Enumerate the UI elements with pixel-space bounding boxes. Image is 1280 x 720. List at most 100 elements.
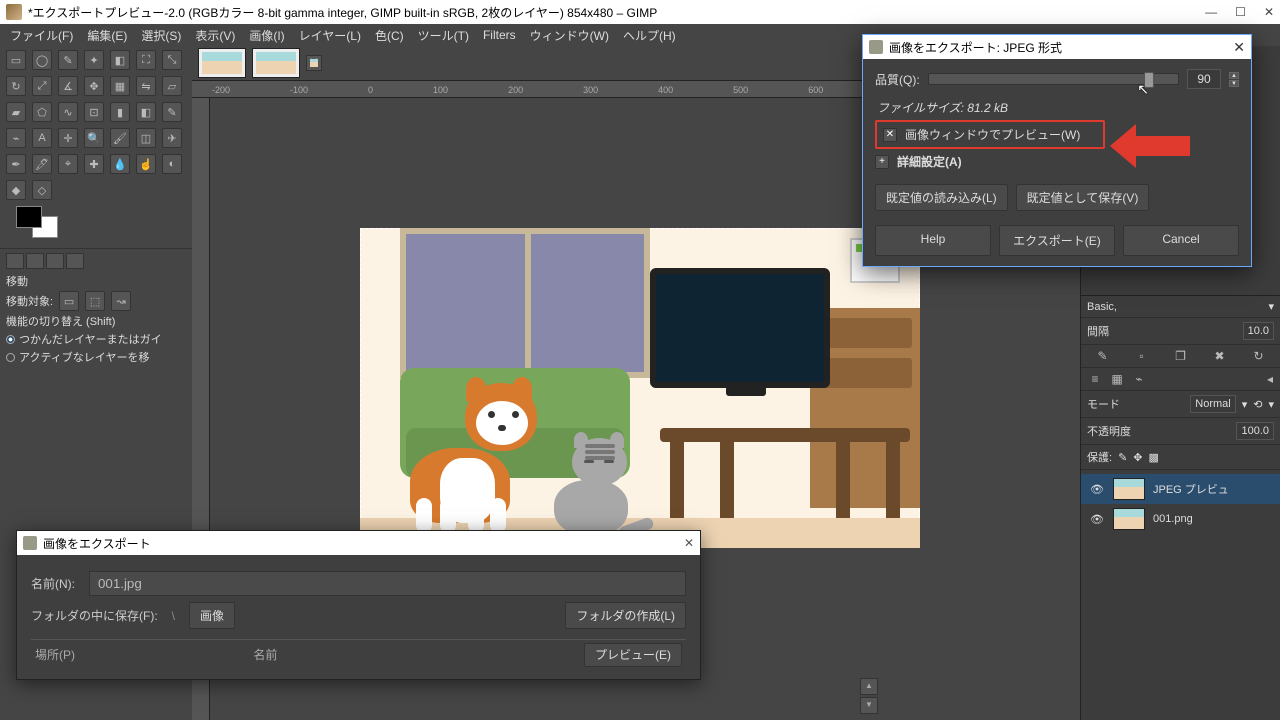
brush-dup-icon[interactable]: ❐ — [1173, 349, 1189, 363]
fg-color[interactable] — [16, 206, 42, 228]
spin-down-icon[interactable]: ▼ — [1229, 80, 1239, 87]
tool-gradient[interactable]: ◧ — [136, 102, 156, 122]
tool-rotate[interactable]: ↻ — [6, 76, 26, 96]
layer-row-001[interactable]: 👁 001.png — [1081, 504, 1280, 534]
tool-ink[interactable]: ✒ — [6, 154, 26, 174]
filename-input[interactable] — [89, 571, 686, 596]
create-folder-button[interactable]: フォルダの作成(L) — [565, 602, 686, 629]
target-path-icon[interactable]: ↝ — [111, 291, 131, 311]
preview-in-window-checkbox[interactable]: ✕ 画像ウィンドウでプレビュー(W) — [875, 120, 1105, 149]
lock-alpha-icon[interactable]: ▩ — [1149, 451, 1159, 464]
scroll-up-icon[interactable]: ▲ — [860, 678, 878, 695]
opt-tab-1[interactable] — [6, 253, 24, 269]
menu-colors[interactable]: 色(C) — [369, 25, 410, 46]
tool-heal[interactable]: ✚ — [84, 154, 104, 174]
tool-handle[interactable]: ⊡ — [84, 102, 104, 122]
menu-layer[interactable]: レイヤー(L) — [293, 25, 367, 46]
menu-window[interactable]: ウィンドウ(W) — [524, 25, 615, 46]
mode-value[interactable]: Normal — [1190, 395, 1235, 413]
brush-refresh-icon[interactable]: ↻ — [1251, 349, 1267, 363]
tool-fuzzy-select[interactable]: ✦ — [84, 50, 104, 70]
color-swatch[interactable] — [16, 206, 58, 238]
cancel-button[interactable]: Cancel — [1123, 225, 1239, 256]
export-button[interactable]: エクスポート(E) — [999, 225, 1115, 256]
tool-eraser[interactable]: ◫ — [136, 128, 156, 148]
menu-edit[interactable]: 編集(E) — [81, 25, 133, 46]
brush-new-icon[interactable]: ▫ — [1134, 349, 1150, 363]
tool-rect-select[interactable]: ▭ — [6, 50, 26, 70]
tool-crop[interactable]: ⛶ — [136, 50, 156, 70]
tool-shear[interactable]: ▰ — [6, 102, 26, 122]
tool-cage[interactable]: ⬠ — [32, 102, 52, 122]
tool-by-color-select[interactable]: ◧ — [110, 50, 130, 70]
tool-pencil[interactable]: ✎ — [162, 102, 182, 122]
minimize-button[interactable]: — — [1205, 5, 1217, 19]
tool-mypaint[interactable]: 🖊 — [32, 154, 52, 174]
opacity-value[interactable]: 100.0 — [1236, 422, 1274, 440]
image-tab-1[interactable] — [198, 48, 246, 78]
save-defaults-button[interactable]: 既定値として保存(V) — [1016, 184, 1150, 211]
folder-button[interactable]: 画像 — [189, 602, 235, 629]
mode-reset-icon[interactable]: ⟲ — [1253, 398, 1262, 411]
close-button[interactable]: ✕ — [1264, 5, 1274, 19]
menu-image[interactable]: 画像(I) — [243, 25, 290, 46]
tool-flip[interactable]: ⇋ — [136, 76, 156, 96]
visibility-toggle-icon[interactable]: 👁 — [1089, 483, 1105, 496]
tool-clone[interactable]: ⌖ — [58, 154, 78, 174]
tool-paintbrush[interactable]: 🖌 — [110, 128, 130, 148]
tool-free-select[interactable]: ✎ — [58, 50, 78, 70]
lock-pixels-icon[interactable]: ✎ — [1118, 451, 1127, 464]
menu-help[interactable]: ヘルプ(H) — [617, 25, 682, 46]
channels-tab-icon[interactable]: ▦ — [1109, 372, 1125, 386]
tool-move[interactable]: ✥ — [84, 76, 104, 96]
tool-blur[interactable]: 💧 — [110, 154, 130, 174]
tool-scale[interactable]: ⤢ — [32, 76, 52, 96]
close-icon[interactable]: ✕ — [684, 536, 694, 550]
tool-bucket[interactable]: ▮ — [110, 102, 130, 122]
image-tab-2[interactable] — [252, 48, 300, 78]
close-tab-icon[interactable]: ✕ — [306, 55, 322, 71]
menu-select[interactable]: 選択(S) — [135, 25, 187, 46]
tool-measure[interactable]: ∡ — [58, 76, 78, 96]
tool-text[interactable]: A — [32, 128, 52, 148]
tool-paths[interactable]: ⌁ — [6, 128, 26, 148]
opt-tab-4[interactable] — [66, 253, 84, 269]
expander-plus-icon[interactable]: + — [875, 155, 889, 169]
menu-tools[interactable]: ツール(T) — [412, 25, 475, 46]
checkbox-checked-icon[interactable]: ✕ — [883, 128, 897, 142]
help-button[interactable]: Help — [875, 225, 991, 256]
close-icon[interactable]: ✕ — [1233, 39, 1245, 56]
tool-zoom[interactable]: 🔍 — [84, 128, 104, 148]
tool-perspective[interactable]: ▱ — [162, 76, 182, 96]
menu-file[interactable]: ファイル(F) — [4, 25, 79, 46]
menu-view[interactable]: 表示(V) — [189, 25, 241, 46]
tool-warp[interactable]: ∿ — [58, 102, 78, 122]
tool-ellipse-select[interactable]: ◯ — [32, 50, 52, 70]
tool-color-picker[interactable]: ✛ — [58, 128, 78, 148]
radio-pick-layer[interactable]: つかんだレイヤーまたはガイ — [6, 331, 186, 347]
tool-airbrush[interactable]: ✈ — [162, 128, 182, 148]
brush-del-icon[interactable]: ✖ — [1212, 349, 1228, 363]
visibility-toggle-icon[interactable]: 👁 — [1089, 513, 1105, 526]
maximize-button[interactable]: ☐ — [1235, 5, 1246, 19]
quality-value[interactable]: 90 — [1187, 69, 1221, 89]
opt-tab-3[interactable] — [46, 253, 64, 269]
lock-position-icon[interactable]: ✥ — [1133, 451, 1142, 464]
paths-tab-icon[interactable]: ⌁ — [1131, 372, 1147, 386]
layer-row-jpeg-preview[interactable]: 👁 JPEG プレビュ — [1081, 474, 1280, 504]
tool-dodge[interactable]: ◐ — [162, 154, 182, 174]
tool-align[interactable]: ▦ — [110, 76, 130, 96]
dock-menu-icon[interactable]: ◂ — [1262, 372, 1278, 386]
tool-unified-transform[interactable]: ⤡ — [162, 50, 182, 70]
spacing-value[interactable]: 10.0 — [1243, 322, 1274, 340]
tool-smudge[interactable]: ☝ — [136, 154, 156, 174]
menu-filters[interactable]: Filters — [477, 26, 522, 44]
tool-extra2[interactable]: ◇ — [32, 180, 52, 200]
brush-selector[interactable]: Basic,▾ — [1081, 296, 1280, 318]
spin-up-icon[interactable]: ▲ — [1229, 72, 1239, 79]
tool-extra1[interactable]: ◆ — [6, 180, 26, 200]
brush-edit-icon[interactable]: ✎ — [1095, 349, 1111, 363]
layers-tab-icon[interactable]: ≡ — [1087, 372, 1103, 386]
canvas-image[interactable] — [360, 228, 920, 548]
load-defaults-button[interactable]: 既定値の読み込み(L) — [875, 184, 1008, 211]
